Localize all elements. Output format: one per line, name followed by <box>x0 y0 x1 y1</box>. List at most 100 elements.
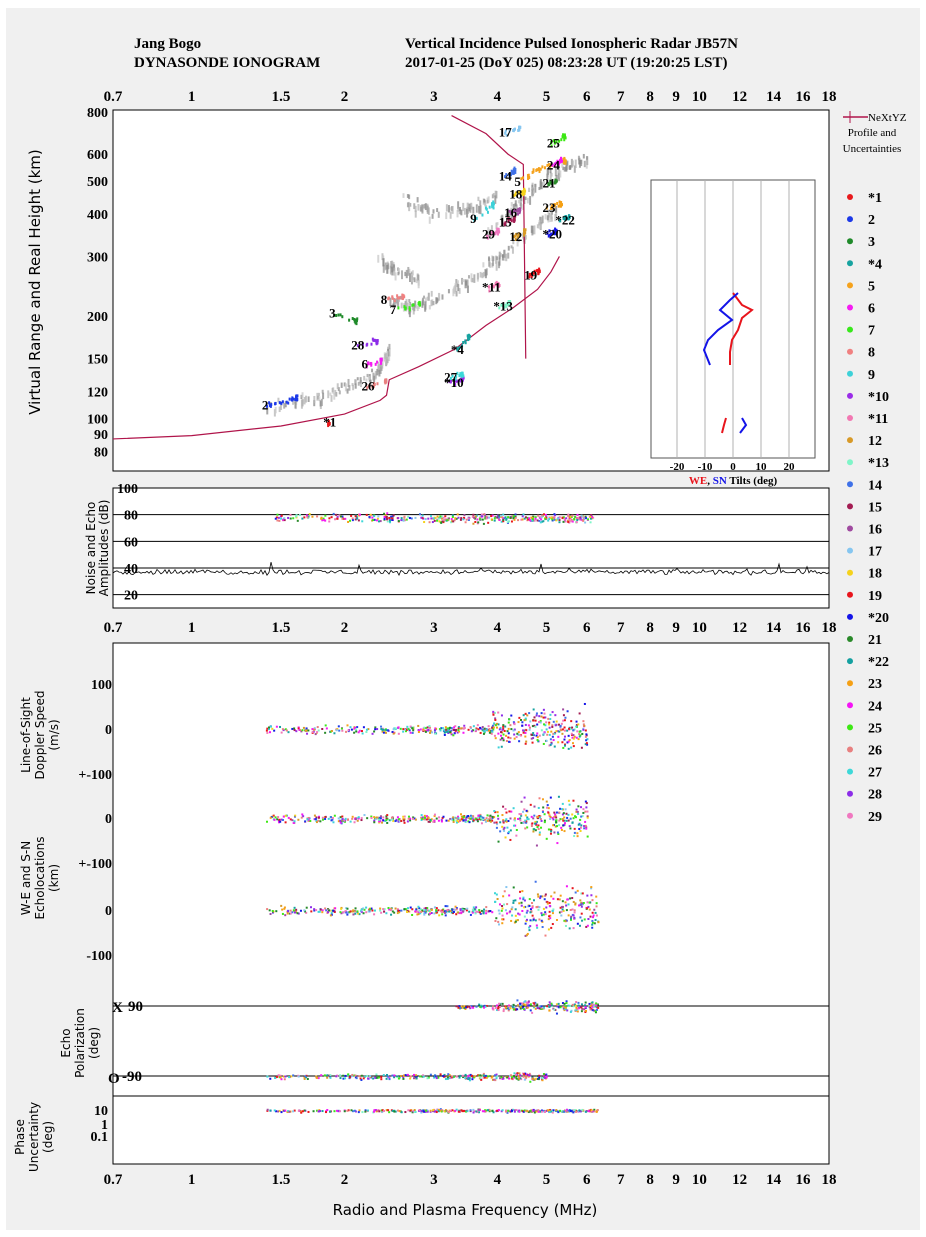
phase-y-tick: 10 <box>94 1104 108 1119</box>
echo-point <box>333 814 336 817</box>
trace-point <box>408 308 411 312</box>
echo-point <box>533 716 536 719</box>
x-tick-label: 8 <box>646 1172 654 1188</box>
x-tick-label: 6 <box>583 1172 591 1188</box>
background-echo <box>426 205 429 214</box>
echo-point <box>287 816 290 819</box>
background-echo <box>416 197 419 203</box>
echo-point <box>560 722 563 725</box>
trace-point <box>376 341 379 345</box>
echo-point <box>409 906 412 909</box>
echo-point <box>567 903 570 906</box>
echo-point <box>334 907 337 910</box>
echo-point <box>548 733 551 736</box>
echo-point <box>563 822 566 825</box>
echo-point <box>513 723 516 726</box>
echo-amplitude-point <box>463 514 466 517</box>
background-echo <box>484 269 487 279</box>
echo-point <box>284 1109 287 1112</box>
trace-point <box>374 339 377 343</box>
echo-point <box>571 813 574 816</box>
echo-point <box>568 927 571 930</box>
echo-point <box>573 911 576 914</box>
echo-amplitude-point <box>280 517 283 520</box>
echo-point <box>464 1073 467 1076</box>
echo-amplitude-point <box>585 517 588 520</box>
echo-point <box>554 813 557 816</box>
echo-point <box>525 740 528 743</box>
echo-point <box>538 906 541 909</box>
echo-point <box>580 1010 583 1013</box>
background-echo <box>417 280 420 289</box>
echo-point <box>560 828 563 831</box>
echo-point <box>595 1110 598 1113</box>
echo-point <box>506 826 509 829</box>
echo-point <box>364 1110 367 1113</box>
echo-point <box>508 718 511 721</box>
background-echo <box>479 271 482 278</box>
echo-point <box>486 814 489 817</box>
echo-amplitude-point <box>358 513 361 516</box>
echo-amplitude-point <box>296 519 299 522</box>
echo-point <box>550 742 553 745</box>
echo-point <box>535 924 538 927</box>
legend-marker <box>847 569 853 576</box>
echo-point <box>576 730 579 733</box>
background-echo <box>473 274 476 283</box>
legend-label: 9 <box>868 368 875 383</box>
echo-point <box>461 1110 464 1113</box>
echo-point <box>451 908 454 911</box>
echo-point <box>595 1004 598 1007</box>
echo-point <box>502 725 505 728</box>
echo-point <box>302 815 305 818</box>
echo-point <box>425 818 428 821</box>
echo-point <box>534 919 537 922</box>
echo-point <box>577 738 580 741</box>
background-echo <box>546 215 549 221</box>
echo-point <box>394 820 397 823</box>
legend-label: 18 <box>868 567 882 582</box>
background-echo <box>406 202 409 208</box>
echo-point <box>341 815 344 818</box>
ionogram-y-tick: 100 <box>87 412 108 427</box>
echo-point <box>509 910 512 913</box>
x-tick-label: 4 <box>494 620 502 636</box>
echo-point <box>437 819 440 822</box>
echo-point <box>557 1111 560 1114</box>
echo-point <box>561 905 564 908</box>
echo-point <box>507 740 510 743</box>
background-echo <box>470 202 473 210</box>
echo-point <box>563 735 566 738</box>
echo-point <box>494 718 497 721</box>
echo-point <box>434 732 437 735</box>
legend-marker <box>847 658 853 665</box>
echo-amplitude-point <box>528 519 531 522</box>
echo-point <box>297 1075 300 1078</box>
echo-point <box>555 1109 558 1112</box>
echo-point <box>282 819 285 822</box>
echo-point <box>542 716 545 719</box>
echo-point <box>297 1109 300 1112</box>
echo-point <box>503 890 506 893</box>
echo-point <box>306 1078 309 1081</box>
echo-point <box>588 1002 591 1005</box>
echo-point <box>391 1109 394 1112</box>
x-mode-label: X <box>112 1000 123 1016</box>
echo-point <box>518 740 521 743</box>
echo-point <box>269 725 272 728</box>
x-tick-label: 1.5 <box>272 89 291 105</box>
echo-point <box>439 1073 442 1076</box>
echo-point <box>569 897 572 900</box>
echo-point <box>501 814 504 817</box>
echo-amplitude-point <box>474 520 477 523</box>
echo-point <box>462 910 465 913</box>
echo-point <box>584 1006 587 1009</box>
echo-amplitude-point <box>391 517 394 520</box>
x-tick-label: 9 <box>672 89 680 105</box>
echo-point <box>567 1004 570 1007</box>
echo-amplitude-point <box>301 517 304 520</box>
echo-amplitude-point <box>521 518 524 521</box>
echo-point <box>572 927 575 930</box>
trace-label: 14 <box>499 168 512 183</box>
echo-point <box>572 737 575 740</box>
